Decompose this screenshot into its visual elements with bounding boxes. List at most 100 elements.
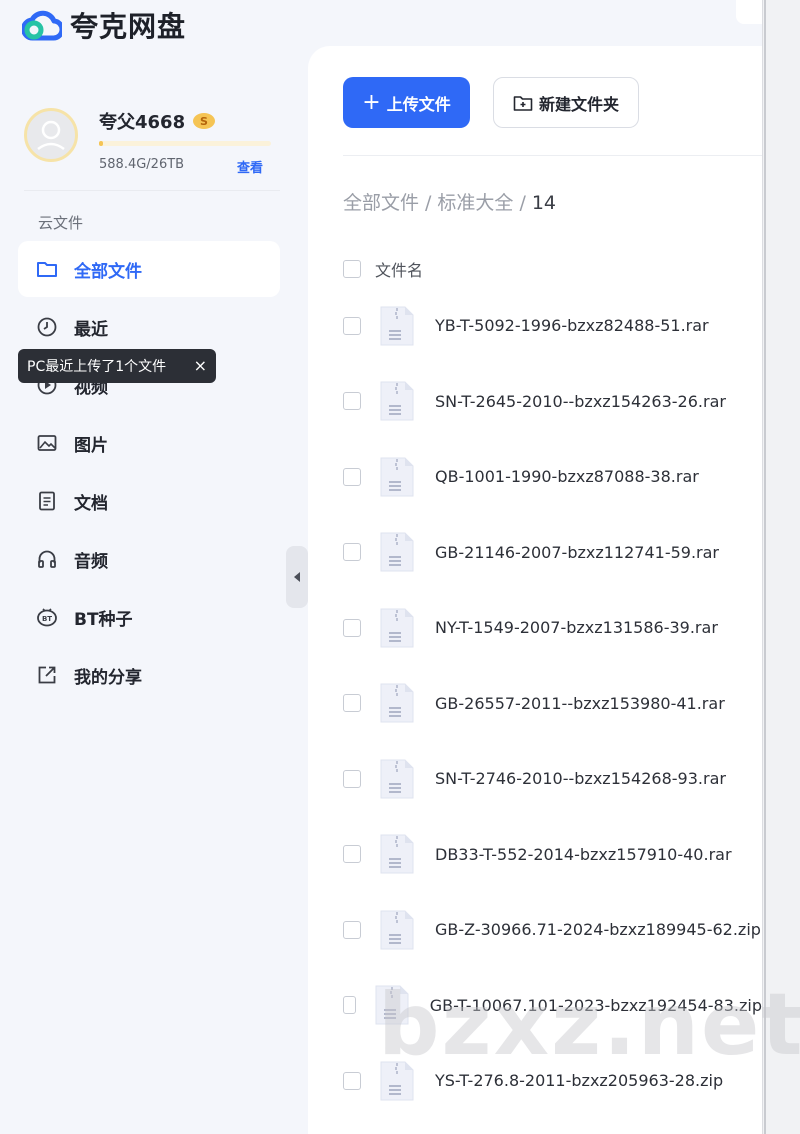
breadcrumb-current: 14 — [531, 192, 557, 214]
breadcrumb-parent[interactable]: 标准大全 — [437, 192, 513, 214]
toolbar-divider — [343, 155, 762, 156]
file-row[interactable]: SN-T-2746-2010--bzxz154268-93.rar — [343, 741, 762, 817]
file-row[interactable]: GB-Z-30966.71-2024-bzxz189945-62.zip — [343, 892, 762, 968]
file-name[interactable]: GB-26557-2011--bzxz153980-41.rar — [435, 694, 725, 713]
vip-badge-icon[interactable]: S — [192, 108, 216, 132]
top-search-edge — [736, 0, 762, 24]
image-icon — [36, 432, 58, 454]
file-checkbox[interactable] — [343, 769, 361, 788]
view-storage-link[interactable]: 查看 — [237, 157, 263, 176]
archive-file-icon — [380, 910, 414, 950]
file-name[interactable]: DB33-T-552-2014-bzxz157910-40.rar — [435, 845, 732, 864]
sidebar-item-label: BT种子 — [74, 609, 133, 630]
column-header-filename[interactable]: 文件名 — [375, 257, 423, 281]
archive-file-icon — [380, 683, 414, 723]
upload-file-label: 上传文件 — [386, 94, 451, 114]
share-icon — [36, 664, 58, 686]
file-checkbox[interactable] — [343, 920, 361, 939]
file-row[interactable]: QB-1001-1990-bzxz87088-38.rar — [343, 439, 762, 515]
headphones-icon — [36, 548, 58, 570]
archive-file-icon — [380, 306, 414, 346]
archive-file-icon — [380, 608, 414, 648]
select-all-checkbox[interactable] — [343, 260, 361, 278]
sidebar-item-documents[interactable]: 文档 — [18, 473, 280, 529]
file-name[interactable]: YB-T-5092-1996-bzxz82488-51.rar — [435, 316, 709, 335]
file-row[interactable]: GB-21146-2007-bzxz112741-59.rar — [343, 515, 762, 591]
file-checkbox[interactable] — [343, 618, 361, 637]
sidebar-item-bt[interactable]: BT BT种子 — [18, 589, 280, 645]
storage-usage-fill — [99, 141, 103, 146]
window-scroll-edge — [762, 0, 800, 1134]
caret-left-icon — [294, 572, 300, 582]
file-name[interactable]: QB-1001-1990-bzxz87088-38.rar — [435, 467, 699, 486]
upload-file-button[interactable]: + 上传文件 — [343, 77, 470, 128]
window-edge-line — [764, 0, 766, 1134]
folder-plus-icon — [513, 95, 533, 111]
file-checkbox[interactable] — [343, 316, 361, 335]
tooltip-text: PC最近上传了1个文件 — [27, 359, 167, 375]
cloud-logo-icon — [22, 10, 62, 41]
breadcrumb-root[interactable]: 全部文件 — [343, 192, 419, 214]
file-checkbox[interactable] — [343, 845, 361, 864]
new-folder-label: 新建文件夹 — [538, 94, 619, 114]
plus-icon: + — [362, 90, 381, 115]
file-checkbox[interactable] — [343, 392, 361, 411]
file-checkbox[interactable] — [343, 996, 356, 1015]
clock-icon — [36, 316, 58, 338]
file-list-header: 文件名 — [343, 255, 423, 283]
new-folder-button[interactable]: 新建文件夹 — [493, 77, 639, 128]
document-icon — [36, 490, 58, 512]
app-name: 夸克网盘 — [70, 10, 187, 43]
sidebar-item-label: 全部文件 — [74, 261, 142, 282]
archive-file-icon — [380, 834, 414, 874]
file-row[interactable]: NY-T-1549-2007-bzxz131586-39.rar — [343, 590, 762, 666]
storage-usage-bar — [99, 141, 271, 146]
file-row[interactable]: DB33-T-552-2014-bzxz157910-40.rar — [343, 817, 762, 893]
svg-text:BT: BT — [42, 615, 52, 623]
file-name[interactable]: NY-T-1549-2007-bzxz131586-39.rar — [435, 618, 718, 637]
file-checkbox[interactable] — [343, 467, 361, 486]
close-icon[interactable]: × — [194, 356, 207, 375]
sidebar-item-audio[interactable]: 音频 — [18, 531, 280, 587]
sidebar-item-images[interactable]: 图片 — [18, 415, 280, 471]
file-row[interactable]: YB-T-5092-1996-bzxz82488-51.rar — [343, 288, 762, 364]
file-name[interactable]: SN-T-2746-2010--bzxz154268-93.rar — [435, 769, 726, 788]
sidebar-item-my-shares[interactable]: 我的分享 — [18, 647, 280, 703]
archive-file-icon — [380, 381, 414, 421]
sidebar-divider — [24, 190, 280, 191]
app-logo[interactable]: 夸克网盘 — [22, 6, 186, 44]
breadcrumb-separator: / — [425, 192, 432, 214]
sidebar-item-label: 我的分享 — [74, 667, 142, 688]
sidebar-item-label: 文档 — [74, 493, 108, 514]
breadcrumb-separator: / — [519, 192, 526, 214]
sidebar-item-label: 音频 — [74, 551, 108, 572]
file-name[interactable]: GB-21146-2007-bzxz112741-59.rar — [435, 543, 719, 562]
bt-icon: BT — [36, 606, 58, 628]
avatar[interactable] — [24, 108, 78, 162]
user-avatar-icon — [37, 120, 65, 151]
upload-notification-tooltip[interactable]: PC最近上传了1个文件 × — [18, 349, 216, 383]
sidebar-item-recent[interactable]: 最近 — [18, 299, 280, 355]
file-row[interactable]: GB-26557-2011--bzxz153980-41.rar — [343, 666, 762, 742]
archive-file-icon — [380, 759, 414, 799]
file-name[interactable]: SN-T-2645-2010--bzxz154263-26.rar — [435, 392, 726, 411]
archive-file-icon — [380, 532, 414, 572]
user-panel: 夸父4668 S 588.4G/26TB 查看 — [24, 108, 280, 188]
watermark: bzxz.net — [378, 975, 800, 1075]
file-checkbox[interactable] — [343, 1071, 361, 1090]
file-row[interactable]: SN-T-2645-2010--bzxz154263-26.rar — [343, 364, 762, 440]
svg-text:S: S — [200, 115, 208, 128]
sidebar-item-all-files[interactable]: 全部文件 — [18, 241, 280, 297]
section-label-cloud-files: 云文件 — [38, 214, 84, 232]
sidebar-item-label: 图片 — [74, 435, 108, 456]
file-checkbox[interactable] — [343, 543, 361, 562]
breadcrumb: 全部文件 / 标准大全/14 — [343, 188, 556, 215]
sidebar-collapse-button[interactable] — [286, 546, 308, 608]
file-name[interactable]: GB-Z-30966.71-2024-bzxz189945-62.zip — [435, 920, 761, 939]
user-name: 夸父4668 — [99, 112, 186, 133]
sidebar-item-label: 最近 — [74, 319, 108, 340]
sidebar-nav: 全部文件 最近 视频 图片 文档 音频 BT BT种子 我的分享 — [18, 241, 280, 705]
archive-file-icon — [380, 457, 414, 497]
file-checkbox[interactable] — [343, 694, 361, 713]
folder-icon — [36, 258, 58, 280]
